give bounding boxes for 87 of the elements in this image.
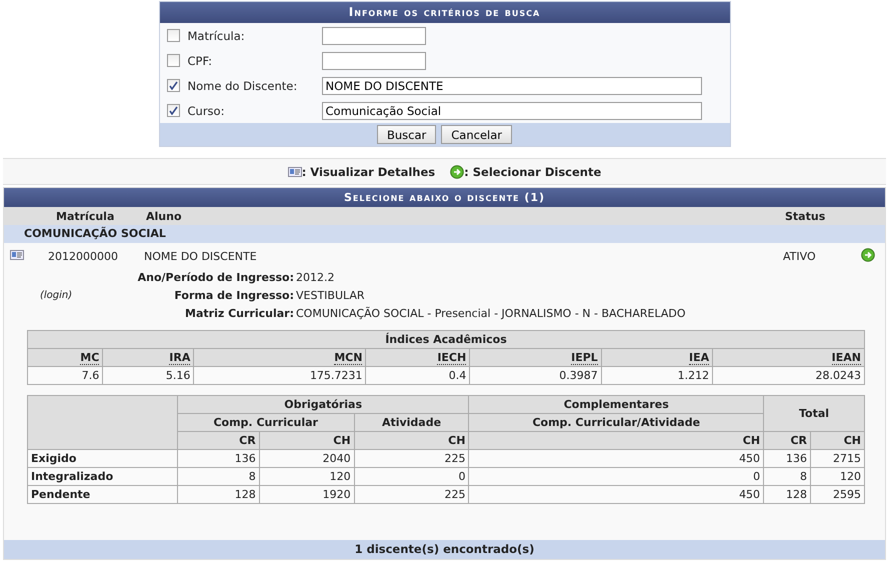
table-cell: 2040	[259, 450, 354, 468]
table-cell: 0	[468, 468, 764, 486]
table-cell: 0	[354, 468, 469, 486]
column-header: IEAN	[712, 348, 864, 366]
detail-value: 2012.2	[296, 271, 336, 284]
column-header: CR	[764, 432, 811, 450]
column-header: Complementares	[468, 396, 764, 414]
table-cell: 28.0243	[712, 366, 864, 384]
table-cell: 2715	[810, 450, 864, 468]
legend-label: : Selecionar Discente	[464, 164, 602, 178]
detail-value: COMUNICAÇÃO SOCIAL - Presencial - JORNALISMO - N - BACHARELADO	[296, 307, 686, 320]
column-header: Comp. Curricular	[177, 414, 354, 432]
column-header: CR	[177, 432, 260, 450]
form-title: Informe os critérios de busca	[160, 2, 730, 23]
table-cell: 450	[468, 486, 764, 504]
results-footer: 1 discente(s) encontrado(s)	[4, 540, 885, 559]
table-cell: 0.4	[366, 366, 470, 384]
table-title: Índices Acadêmicos	[28, 330, 864, 348]
login-link[interactable]: (login)	[4, 290, 122, 301]
detail-label: Forma de Ingresso:	[173, 289, 294, 302]
row-label: Exigido	[28, 450, 178, 468]
results-title: Selecione abaixo o discente (1)	[4, 188, 885, 207]
table-cell: 450	[468, 450, 764, 468]
field-label: Matrícula:	[188, 28, 246, 42]
input-field[interactable]: Comunicação Social	[322, 102, 702, 120]
table-cell: 120	[810, 468, 864, 486]
checkbox[interactable]	[166, 104, 180, 117]
form-button[interactable]: Cancelar	[441, 125, 512, 144]
table-cell: 136	[177, 450, 260, 468]
table-cell: 225	[354, 450, 469, 468]
checkbox[interactable]	[166, 29, 180, 42]
table-cell: 175.7231	[194, 366, 366, 384]
column-header: CH	[468, 432, 764, 450]
form-button[interactable]: Buscar	[376, 125, 436, 144]
checkbox[interactable]	[166, 79, 180, 92]
table-cell: 8	[764, 468, 811, 486]
column-header: IEA	[601, 348, 713, 366]
input-field[interactable]	[322, 26, 426, 44]
table-cell: 2595	[810, 486, 864, 504]
table-cell: 8	[177, 468, 260, 486]
column-header: Obrigatórias	[177, 396, 469, 414]
field-label: Curso:	[188, 104, 226, 118]
id-card-icon[interactable]	[10, 250, 24, 260]
table-cell: 1920	[259, 486, 354, 504]
table-cell: 5.16	[102, 366, 194, 384]
table-cell: 128	[177, 486, 260, 504]
column-header: Status	[785, 210, 826, 222]
input-field[interactable]	[322, 52, 426, 70]
field-label: Nome do Discente:	[188, 78, 298, 92]
checkmark-icon	[168, 106, 178, 115]
detail-label: Ano/Período de Ingresso:	[136, 271, 294, 284]
table-cell-text: NOME DO DISCENTE	[144, 250, 258, 262]
table-cell: 1.212	[601, 366, 713, 384]
table-cell: 7.6	[28, 366, 103, 384]
column-header: CH	[810, 432, 864, 450]
arrow-circle-icon[interactable]	[861, 248, 875, 262]
column-header: MCN	[194, 348, 366, 366]
field-label: CPF:	[188, 54, 214, 68]
column-header: Atividade	[354, 414, 469, 432]
detail-value: VESTIBULAR	[296, 289, 366, 302]
column-header: Matrícula	[56, 210, 116, 222]
column-header: Comp. Curricular/Atividade	[468, 414, 764, 432]
column-header: IRA	[102, 348, 194, 366]
table-cell: 120	[259, 468, 354, 486]
row-label: Pendente	[28, 486, 178, 504]
table-cell: 128	[764, 486, 811, 504]
checkbox[interactable]	[166, 54, 180, 67]
detail-label: Matriz Curricular:	[184, 307, 294, 320]
table-cell-text: ATIVO	[783, 250, 817, 262]
column-header: MC	[28, 348, 103, 366]
arrow-circle-icon[interactable]	[450, 164, 464, 178]
column-header: IEPL	[470, 348, 602, 366]
input-field[interactable]: NOME DO DISCENTE	[322, 76, 702, 94]
group-row: COMUNICAÇÃO SOCIAL	[4, 225, 885, 243]
column-header: Aluno	[146, 210, 183, 222]
legend-label: : Visualizar Detalhes	[302, 164, 436, 178]
column-header: CH	[259, 432, 354, 450]
row-label: Integralizado	[28, 468, 178, 486]
checkmark-icon	[168, 81, 178, 90]
column-header: CH	[354, 432, 469, 450]
table-cell: 0.3987	[470, 366, 602, 384]
table-cell: 136	[764, 450, 811, 468]
id-card-icon[interactable]	[288, 166, 302, 176]
table-cell: 225	[354, 486, 469, 504]
column-header: Total	[764, 396, 864, 432]
table-cell-text: 2012000000	[48, 250, 119, 262]
column-header: IECH	[366, 348, 470, 366]
